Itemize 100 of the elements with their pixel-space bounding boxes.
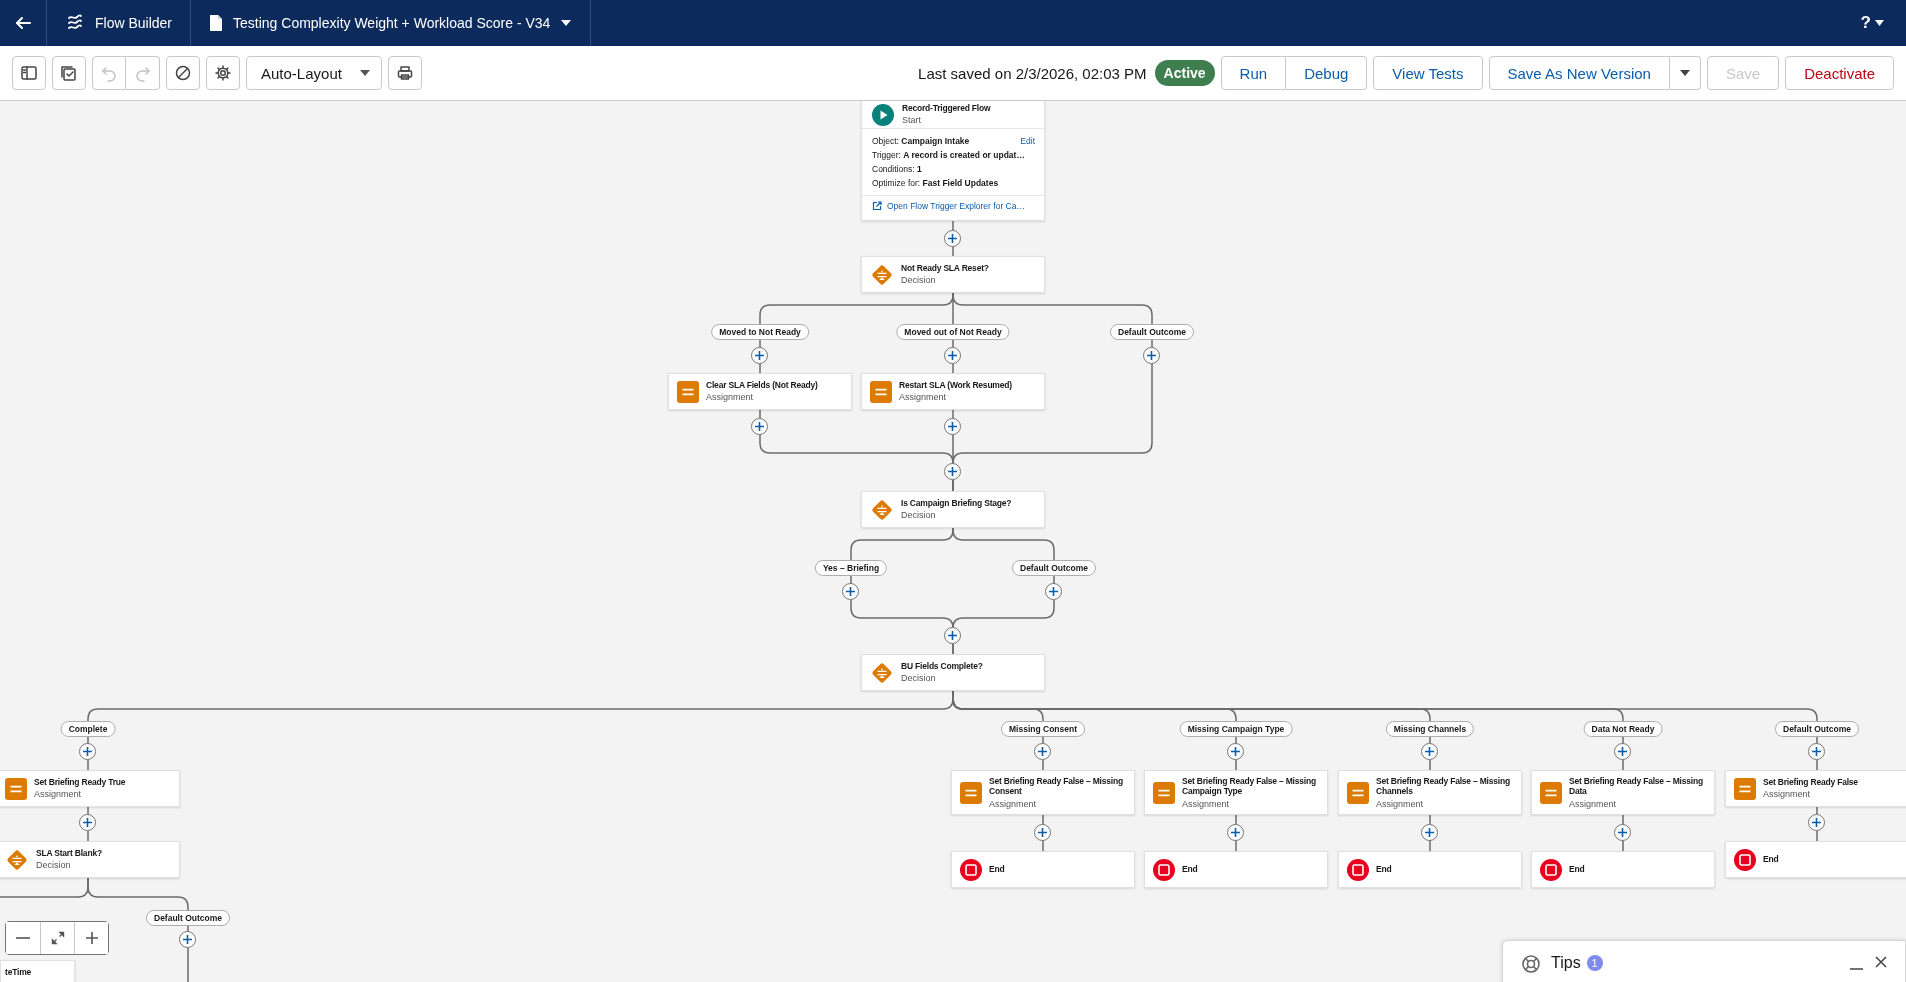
node-title: End	[1376, 864, 1392, 875]
branch-label: Yes – Briefing	[814, 560, 888, 576]
add-element-button[interactable]	[1808, 814, 1825, 831]
end-icon	[1153, 858, 1175, 881]
flow-node[interactable]: teTime	[0, 960, 75, 982]
add-element-button[interactable]	[842, 583, 859, 600]
end-node[interactable]: End	[1144, 851, 1328, 888]
node-type: Assignment	[34, 789, 83, 801]
caret-icon[interactable]	[560, 19, 573, 27]
layout-dropdown[interactable]: Auto-Layout	[246, 56, 382, 90]
toolbar-button[interactable]: Deactivate	[1785, 56, 1894, 90]
add-element-button[interactable]	[751, 418, 768, 435]
add-element-button[interactable]	[1227, 743, 1244, 760]
app-title: Flow Builder	[95, 15, 173, 31]
add-element-button[interactable]	[944, 347, 961, 364]
plus-icon	[1811, 817, 1822, 828]
node-title: Set Briefing Ready False – Missing Data	[1569, 775, 1704, 797]
add-element-button[interactable]	[1045, 583, 1062, 600]
assignment-icon	[5, 777, 27, 800]
help-button[interactable]: ?	[1860, 13, 1871, 33]
flow-node[interactable]: Is Campaign Briefing Stage? Decision	[861, 491, 1045, 528]
toolbar-button[interactable]	[206, 56, 240, 90]
end-icon	[1347, 858, 1369, 881]
add-element-button[interactable]	[944, 463, 961, 480]
plus-icon	[83, 930, 100, 946]
edit-link[interactable]: Edit	[1020, 136, 1035, 146]
flow-node[interactable]: Set Briefing Ready False Assignment	[1725, 770, 1906, 807]
flow-node[interactable]: Set Briefing Ready True Assignment	[0, 770, 180, 807]
add-element-button[interactable]	[1034, 824, 1051, 841]
toolbar-button[interactable]: View Tests	[1373, 56, 1483, 90]
play-icon	[872, 103, 894, 126]
plus-icon	[1230, 827, 1241, 838]
branch-label: Missing Campaign Type	[1179, 721, 1293, 737]
add-element-button[interactable]	[1614, 824, 1631, 841]
plus-icon	[947, 466, 958, 477]
trigger-detail: Trigger: A record is created or updat…	[872, 150, 1025, 160]
add-element-button[interactable]	[1034, 743, 1051, 760]
node-type: Assignment	[1569, 798, 1618, 810]
toolbar-button[interactable]	[12, 56, 46, 90]
explorer-link[interactable]: Open Flow Trigger Explorer for Ca…	[862, 196, 1044, 216]
flow-node[interactable]: Set Briefing Ready False – Missing Data Assignment	[1531, 770, 1715, 815]
add-element-button[interactable]	[1421, 743, 1438, 760]
redo-icon	[133, 64, 152, 82]
node-title: Set Briefing Ready False	[1763, 776, 1858, 788]
plus-icon	[1146, 350, 1157, 361]
end-node[interactable]: End	[1338, 851, 1522, 888]
node-title: End	[1569, 864, 1585, 875]
end-node[interactable]: End	[951, 851, 1135, 888]
trigger-detail: Object: Campaign Intake	[872, 136, 970, 146]
node-title: End	[1763, 854, 1779, 865]
connector-line	[1235, 814, 1237, 852]
close-button[interactable]	[1873, 954, 1889, 970]
toolbar-button[interactable]: Run	[1220, 56, 1287, 90]
node-title: Set Briefing Ready False – Missing Channels	[1376, 775, 1511, 797]
add-element-button[interactable]	[179, 931, 196, 948]
add-element-button[interactable]	[944, 418, 961, 435]
zoom-in-button[interactable]	[74, 922, 108, 954]
node-type: Assignment	[1182, 798, 1231, 810]
flow-node[interactable]: BU Fields Complete? Decision	[861, 654, 1045, 691]
node-type: Assignment	[706, 392, 755, 404]
flow-node[interactable]: Restart SLA (Work Resumed) Assignment	[861, 373, 1045, 410]
add-element-button[interactable]	[1808, 743, 1825, 760]
end-node[interactable]: End	[1725, 841, 1906, 878]
plus-icon	[182, 934, 193, 945]
toolbar-button[interactable]: Debug	[1286, 56, 1368, 90]
caret-icon[interactable]	[1875, 20, 1884, 26]
toolbar-button[interactable]	[52, 56, 86, 90]
toolbar-button[interactable]: Save As New Version	[1488, 56, 1670, 90]
status-badge: Active	[1154, 60, 1215, 86]
end-node[interactable]: End	[1531, 851, 1715, 888]
flow-node[interactable]: Clear SLA Fields (Not Ready) Assignment	[668, 373, 852, 410]
add-element-button[interactable]	[1614, 743, 1631, 760]
add-element-button[interactable]	[79, 814, 96, 831]
plus-icon	[1230, 746, 1241, 757]
flow-node[interactable]: SLA Start Blank? Decision	[0, 841, 180, 878]
external-link-icon	[872, 201, 882, 211]
add-element-button[interactable]	[751, 347, 768, 364]
toolbar-button[interactable]	[166, 56, 200, 90]
dropdown-button[interactable]	[1669, 56, 1701, 90]
flow-node[interactable]: Set Briefing Ready False – Missing Channels Assignment	[1338, 770, 1522, 815]
toolbar-button[interactable]	[388, 56, 422, 90]
add-element-button[interactable]	[1421, 824, 1438, 841]
back-arrow-button[interactable]	[14, 14, 32, 32]
assignment-icon	[1540, 781, 1562, 804]
assignment-icon	[1347, 781, 1369, 804]
flow-node[interactable]: Set Briefing Ready False – Missing Campaign Type Assignment	[1144, 770, 1328, 815]
flow-node[interactable]: Not Ready SLA Reset? Decision	[861, 256, 1045, 293]
node-title: Set Briefing Ready True	[34, 776, 126, 788]
node-type: Decision	[36, 860, 72, 872]
plus-icon	[947, 630, 958, 641]
add-element-button[interactable]	[79, 743, 96, 760]
add-element-button[interactable]	[1143, 347, 1160, 364]
add-element-button[interactable]	[1227, 824, 1244, 841]
flow-node[interactable]: Set Briefing Ready False – Missing Consent Assignment	[951, 770, 1135, 815]
start-node[interactable]: Record-Triggered Flow Start Object: Campaign Intake Trigger: A record is created or updat… Conditions: 1 Optimize for: Fast Field Updates Edit Open Flow Trigger Explorer for Ca…	[861, 101, 1045, 221]
node-title: End	[1182, 864, 1198, 875]
branch-label: Default Outcome	[1012, 560, 1096, 576]
node-title: SLA Start Blank?	[36, 847, 102, 859]
add-element-button[interactable]	[944, 627, 961, 644]
add-element-button[interactable]	[944, 230, 961, 247]
